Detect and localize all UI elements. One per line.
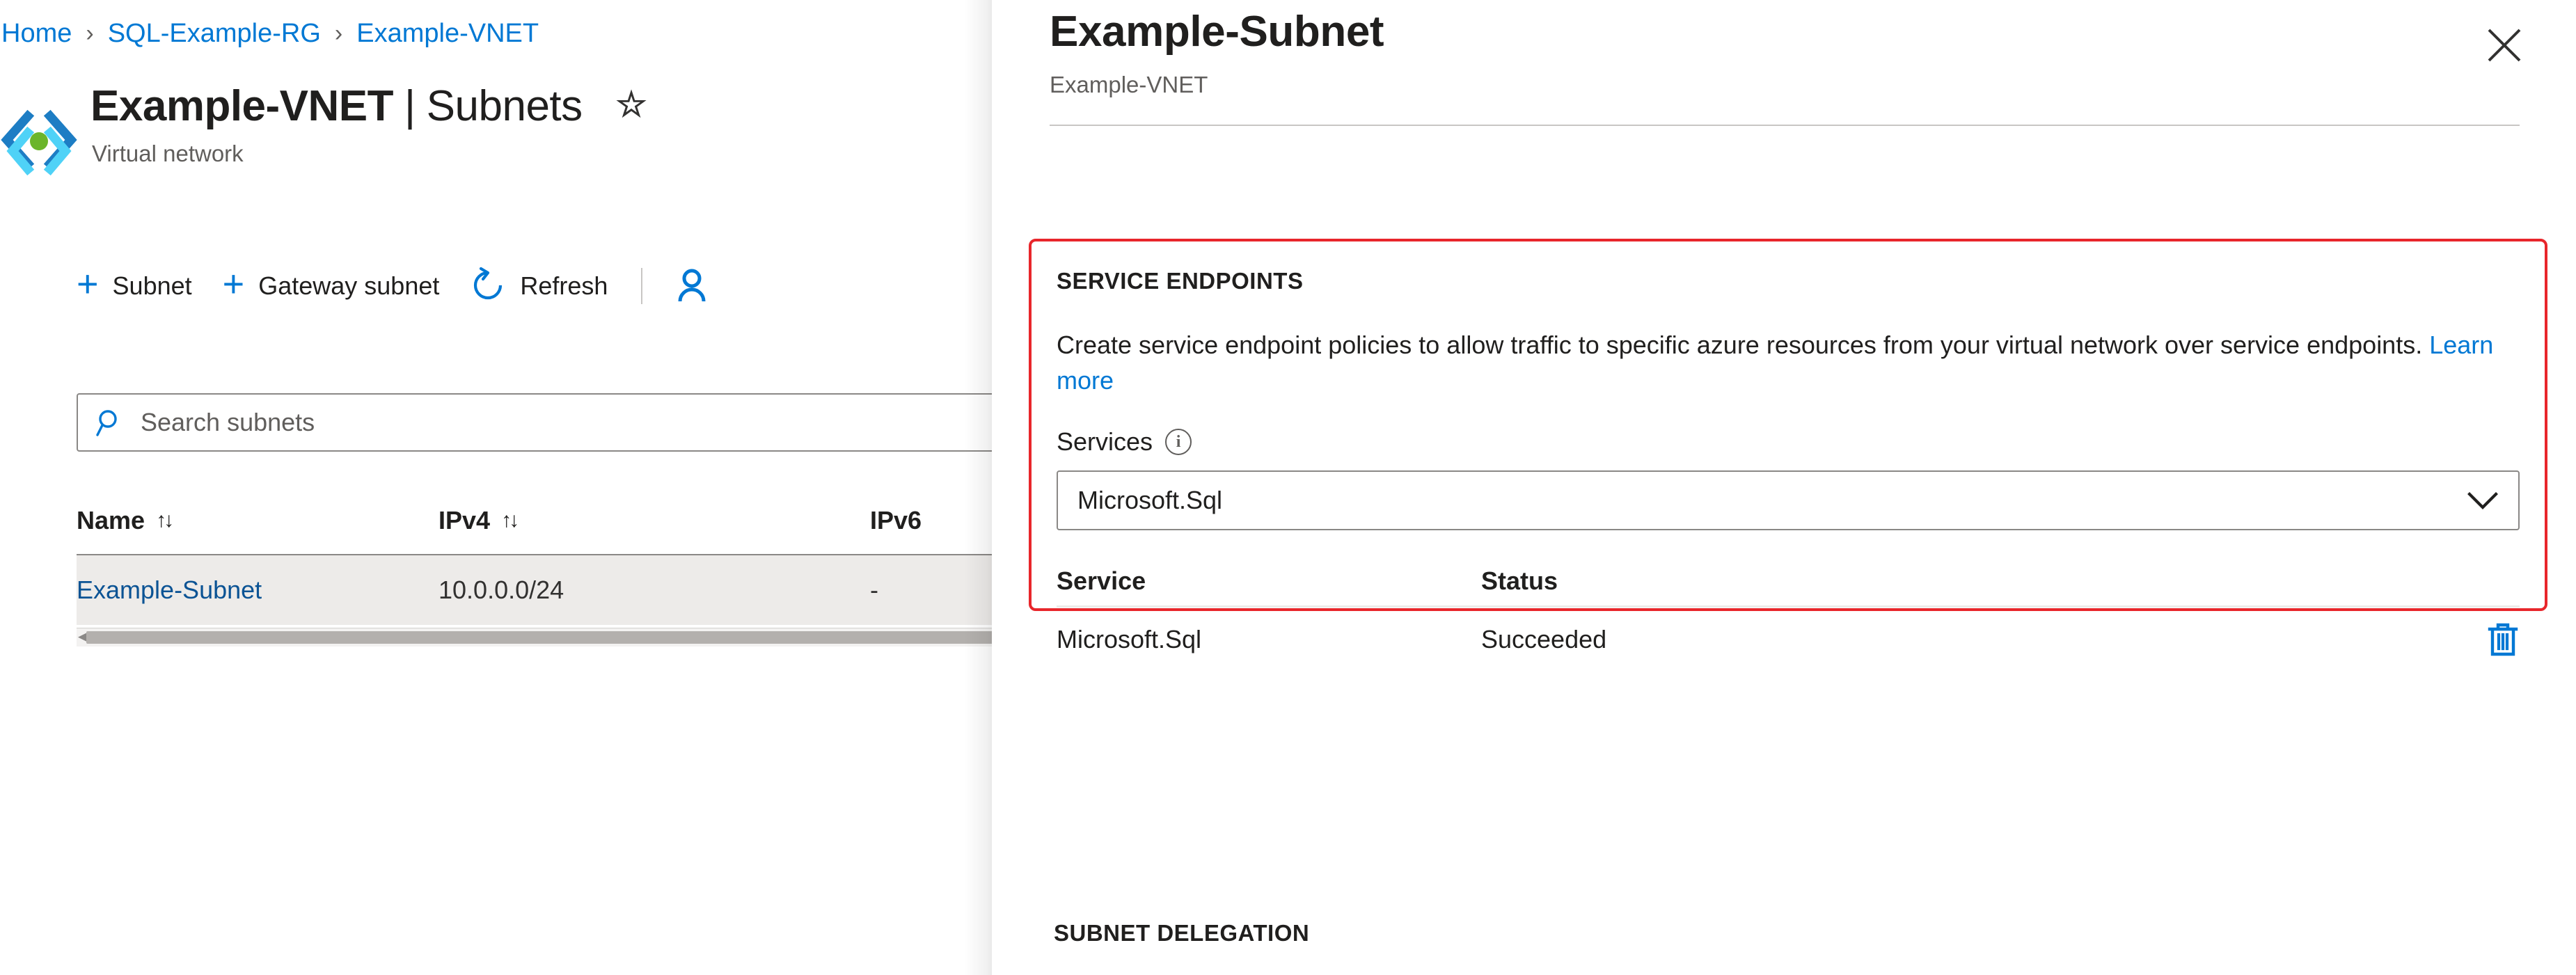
services-label-text: Services [1057, 427, 1153, 457]
page-title-separator: | [404, 82, 416, 130]
service-endpoints-table: Service Status Microsoft.Sql Succeeded [1057, 557, 2520, 672]
service-endpoints-description-text: Create service endpoint policies to allo… [1057, 331, 2430, 359]
cell-subnet-name[interactable]: Example-Subnet [77, 576, 438, 605]
breadcrumb-separator-icon: › [86, 19, 94, 47]
sort-arrows-icon: ↑↓ [501, 509, 519, 532]
page-title: Example-VNET | Subnets ☆ [90, 81, 647, 131]
services-dropdown-value: Microsoft.Sql [1077, 486, 1223, 515]
add-gateway-subnet-label: Gateway subnet [258, 271, 440, 300]
page-title-section: Subnets [426, 82, 583, 130]
subnets-grid: Name ↑↓ IPv4 ↑↓ IPv6 Example-Subnet 10.0… [77, 487, 992, 647]
info-icon[interactable]: i [1165, 429, 1192, 456]
refresh-icon [470, 267, 506, 305]
breadcrumb: Home › SQL-Example-RG › Example-VNET [0, 14, 540, 53]
search-subnets-box[interactable] [77, 393, 992, 452]
breadcrumb-item-home[interactable]: Home [0, 19, 73, 49]
breadcrumb-item-vnet[interactable]: Example-VNET [355, 19, 540, 49]
scrollbar-thumb[interactable] [86, 631, 992, 644]
service-endpoints-description: Create service endpoint policies to allo… [1057, 327, 2520, 398]
refresh-label: Refresh [520, 271, 608, 300]
column-header-ipv4[interactable]: IPv4 ↑↓ [438, 506, 870, 535]
search-icon [96, 408, 125, 437]
column-header-name[interactable]: Name ↑↓ [77, 506, 438, 535]
column-header-name-label: Name [77, 506, 145, 534]
cell-ipv6: - [870, 576, 878, 604]
subnets-blade: Home › SQL-Example-RG › Example-VNET Exa… [0, 0, 992, 975]
table-row: Microsoft.Sql Succeeded [1057, 608, 2520, 672]
column-header-service: Service [1057, 566, 1146, 596]
virtual-network-icon [0, 109, 90, 189]
refresh-button[interactable]: Refresh [455, 253, 623, 319]
subnet-delegation-heading: SUBNET DELEGATION [1054, 920, 1310, 946]
service-endpoints-table-header: Service Status [1057, 557, 2520, 608]
search-row [77, 393, 992, 452]
services-dropdown[interactable]: Microsoft.Sql [1057, 470, 2520, 531]
service-endpoints-heading: SERVICE ENDPOINTS [1057, 268, 1304, 294]
plus-icon: + [222, 262, 245, 305]
close-icon[interactable] [2466, 7, 2543, 84]
chevron-down-icon [2467, 490, 2499, 511]
breadcrumb-separator-icon: › [334, 19, 343, 47]
page-subtitle: Virtual network [92, 141, 244, 167]
add-subnet-label: Subnet [112, 271, 192, 300]
breadcrumb-item-resource-group[interactable]: SQL-Example-RG [106, 19, 322, 49]
page-title-resource: Example-VNET [90, 82, 394, 130]
table-row[interactable]: Example-Subnet 10.0.0.0/24 - [77, 555, 992, 625]
add-gateway-subnet-button[interactable]: + Gateway subnet [207, 253, 455, 319]
favorite-star-icon[interactable]: ☆ [616, 87, 647, 122]
panel-title: Example-Subnet [1050, 8, 1384, 56]
column-header-ipv6-label: IPv6 [870, 506, 922, 534]
grid-header-row: Name ↑↓ IPv4 ↑↓ IPv6 [77, 487, 992, 555]
person-icon [676, 268, 708, 304]
column-header-status: Status [1481, 566, 1558, 596]
cell-service-name: Microsoft.Sql [1057, 625, 1202, 654]
search-input[interactable] [141, 408, 915, 437]
panel-header: Example-Subnet Example-VNET [1050, 0, 2520, 126]
service-endpoints-section: SERVICE ENDPOINTS Create service endpoin… [1029, 239, 2547, 656]
delete-icon[interactable] [2486, 621, 2520, 658]
command-bar: + Subnet + Gateway subnet Refresh [77, 253, 737, 319]
plus-icon: + [77, 262, 99, 305]
add-subnet-button[interactable]: + Subnet [77, 253, 207, 319]
panel-divider [1050, 125, 2520, 126]
sort-arrows-icon: ↑↓ [156, 509, 174, 532]
services-field-label: Services i [1057, 427, 2520, 457]
toolbar-divider [641, 267, 643, 304]
column-header-ipv6[interactable]: IPv6 [870, 506, 992, 535]
manage-users-button[interactable] [661, 253, 737, 319]
panel-subtitle: Example-VNET [1050, 72, 1208, 97]
column-header-ipv4-label: IPv4 [438, 506, 491, 534]
cell-ipv4: 10.0.0.0/24 [438, 576, 564, 604]
page-header: Example-VNET | Subnets ☆ Virtual network [0, 80, 647, 189]
cell-service-status: Succeeded [1481, 625, 1607, 654]
grid-horizontal-scrollbar[interactable]: ◀ [77, 628, 992, 647]
